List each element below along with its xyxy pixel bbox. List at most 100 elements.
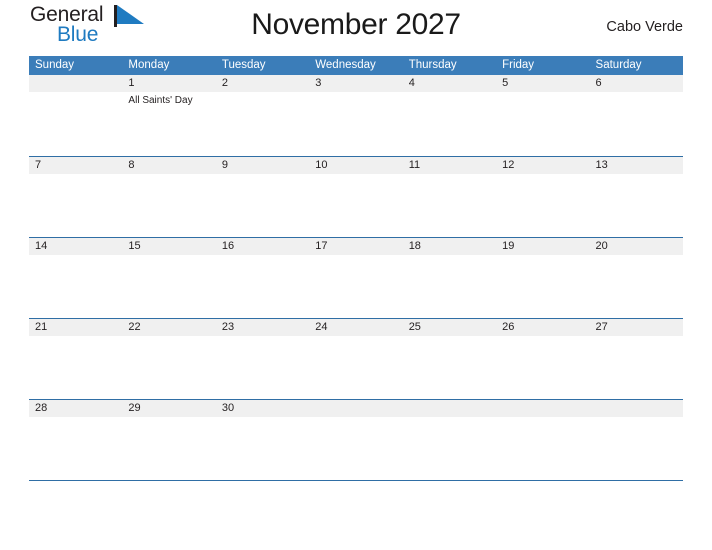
day-number: 11 <box>408 159 421 171</box>
day-number: 22 <box>128 321 141 333</box>
day-number: 19 <box>502 240 515 252</box>
calendar-day-cell[interactable]: 8 <box>122 157 216 237</box>
day-events <box>29 255 122 257</box>
day-events <box>403 92 496 94</box>
day-events <box>29 336 122 338</box>
weekday-header-row: Sunday Monday Tuesday Wednesday Thursday… <box>29 56 683 75</box>
calendar-day-cell[interactable]: 13 <box>589 157 683 237</box>
calendar-day-cell[interactable]: 18 <box>402 238 497 318</box>
day-events: All Saints' Day <box>122 92 215 107</box>
day-number: 10 <box>315 159 328 171</box>
day-number: 20 <box>595 240 608 252</box>
day-events <box>496 255 589 257</box>
day-events <box>216 417 309 419</box>
day-events <box>122 255 215 257</box>
calendar-week-row: 1 All Saints' Day 2 3 4 5 6 <box>29 75 683 156</box>
calendar-day-cell[interactable] <box>309 400 403 480</box>
day-events <box>496 92 589 94</box>
calendar-day-cell[interactable]: 20 <box>589 238 683 318</box>
day-number: 24 <box>315 321 328 333</box>
weekday-header-friday: Friday <box>502 59 535 71</box>
weekday-header-wednesday: Wednesday <box>315 59 376 71</box>
day-events <box>590 336 683 338</box>
day-number: 4 <box>408 77 415 89</box>
day-number <box>29 75 122 92</box>
calendar-day-cell[interactable]: 25 <box>402 319 497 399</box>
page-title: November 2027 <box>251 8 461 41</box>
calendar-day-cell[interactable]: 6 <box>589 75 683 156</box>
day-number <box>309 400 402 417</box>
day-events <box>309 336 402 338</box>
day-number: 2 <box>221 77 228 89</box>
calendar-day-cell[interactable]: 29 <box>122 400 216 480</box>
calendar-day-cell[interactable]: 27 <box>589 319 683 399</box>
calendar-day-cell[interactable]: 15 <box>122 238 216 318</box>
calendar-day-cell[interactable] <box>402 400 497 480</box>
calendar-day-cell[interactable] <box>589 400 683 480</box>
weekday-header-tuesday: Tuesday <box>221 59 266 71</box>
day-events <box>309 417 402 419</box>
day-number: 21 <box>35 321 48 333</box>
day-event: All Saints' Day <box>128 95 193 106</box>
calendar-day-cell[interactable]: 23 <box>215 319 310 399</box>
calendar-day-cell[interactable]: 10 <box>309 157 403 237</box>
calendar-day-cell[interactable]: 12 <box>496 157 590 237</box>
day-events <box>496 336 589 338</box>
calendar-day-cell[interactable]: 3 <box>309 75 403 156</box>
calendar-page: General Blue November 2027 Cabo Verde Su… <box>0 0 712 550</box>
day-number: 13 <box>595 159 608 171</box>
calendar-day-cell[interactable]: 1 All Saints' Day <box>122 75 216 156</box>
calendar-day-cell[interactable]: 9 <box>215 157 310 237</box>
calendar-day-cell[interactable]: 11 <box>402 157 497 237</box>
day-events <box>122 336 215 338</box>
day-number: 17 <box>315 240 328 252</box>
page-header: General Blue November 2027 Cabo Verde <box>29 0 683 56</box>
calendar-weeks: 1 All Saints' Day 2 3 4 5 6 7 8 9 10 11 12 13 14 15 16 17… <box>29 75 683 480</box>
day-number: 30 <box>221 402 235 414</box>
calendar-day-cell[interactable]: 24 <box>309 319 403 399</box>
calendar-day-cell[interactable]: 21 <box>29 319 123 399</box>
day-events <box>403 417 496 419</box>
calendar-week-row: 7 8 9 10 11 12 13 <box>29 156 683 237</box>
calendar-week-days: 28 29 30 <box>29 400 683 480</box>
calendar-day-cell[interactable] <box>29 75 123 156</box>
calendar-day-cell[interactable]: 28 <box>29 400 123 480</box>
calendar-day-cell[interactable]: 26 <box>496 319 590 399</box>
day-number: 3 <box>315 77 322 89</box>
calendar-grid: Sunday Monday Tuesday Wednesday Thursday… <box>29 56 683 481</box>
day-events <box>216 174 309 176</box>
day-events <box>29 174 122 176</box>
weekday-header-saturday: Saturday <box>595 59 642 71</box>
day-number: 18 <box>408 240 421 252</box>
day-events <box>216 92 309 94</box>
day-events <box>403 255 496 257</box>
day-number: 15 <box>128 240 141 252</box>
calendar-day-cell[interactable]: 16 <box>215 238 310 318</box>
day-number <box>496 400 589 417</box>
calendar-day-cell[interactable] <box>496 400 590 480</box>
calendar-week-row: 28 29 30 <box>29 399 683 480</box>
region-label: Cabo Verde <box>606 19 683 35</box>
calendar-day-cell[interactable]: 17 <box>309 238 403 318</box>
day-events <box>309 174 402 176</box>
day-events <box>29 92 122 94</box>
calendar-day-cell[interactable]: 22 <box>122 319 216 399</box>
calendar-day-cell[interactable]: 30 <box>215 400 310 480</box>
day-number: 14 <box>35 240 48 252</box>
calendar-day-cell[interactable]: 5 <box>496 75 590 156</box>
calendar-week-days: 21 22 23 24 25 26 27 <box>29 319 683 399</box>
day-events <box>403 174 496 176</box>
calendar-week-days: 1 All Saints' Day 2 3 4 5 6 <box>29 75 683 156</box>
day-events <box>309 255 402 257</box>
day-number: 26 <box>502 321 515 333</box>
day-number: 16 <box>221 240 235 252</box>
calendar-day-cell[interactable]: 14 <box>29 238 123 318</box>
calendar-day-cell[interactable]: 7 <box>29 157 123 237</box>
calendar-day-cell[interactable]: 19 <box>496 238 590 318</box>
day-number <box>403 400 496 417</box>
day-events <box>216 255 309 257</box>
calendar-day-cell[interactable]: 2 <box>215 75 310 156</box>
calendar-day-cell[interactable]: 4 <box>402 75 497 156</box>
day-number: 5 <box>502 77 509 89</box>
calendar-week-days: 7 8 9 10 11 12 13 <box>29 157 683 237</box>
